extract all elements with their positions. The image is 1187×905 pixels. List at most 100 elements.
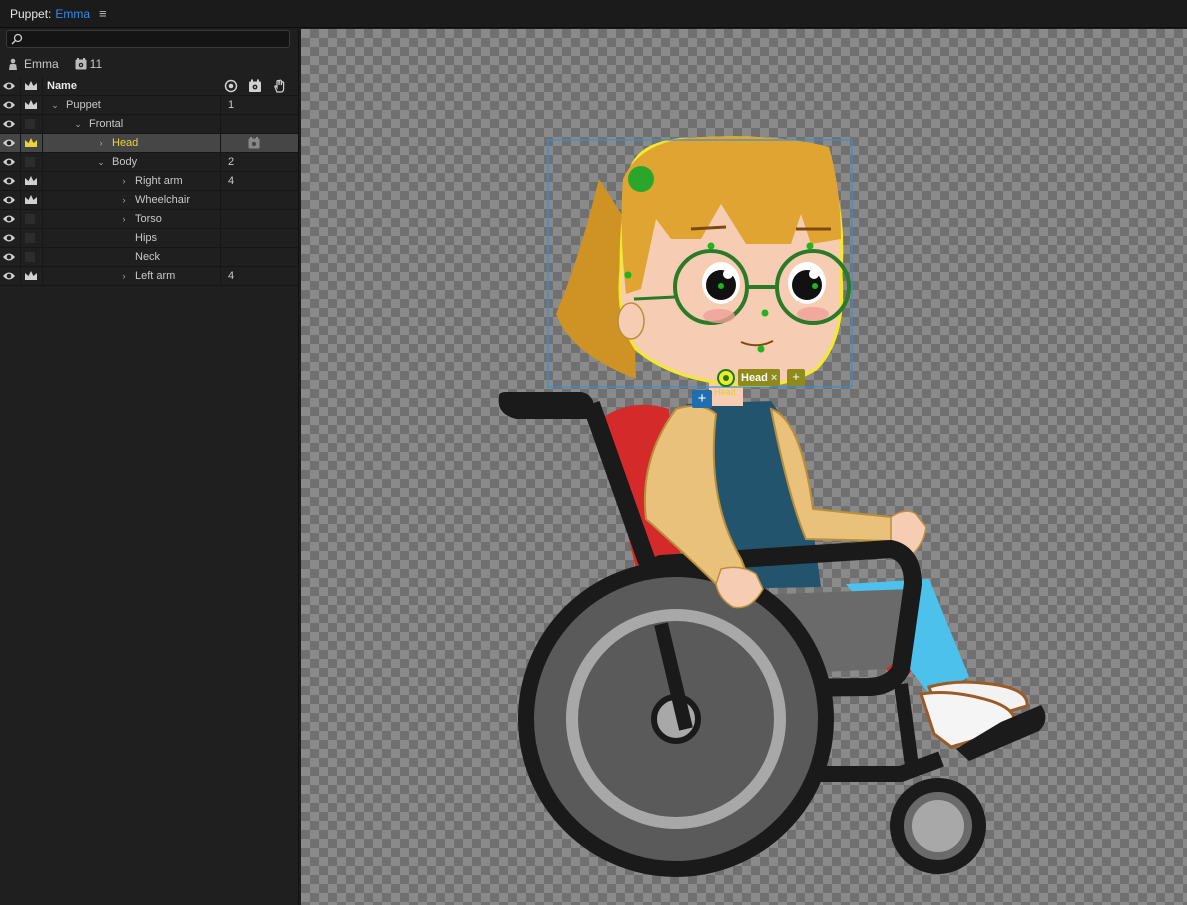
handle-dot[interactable]: [761, 309, 769, 317]
crown-icon[interactable]: [24, 175, 38, 187]
collapse-chevron-icon[interactable]: ›: [119, 176, 129, 186]
visibility-eye-icon[interactable]: [2, 232, 16, 244]
visibility-eye-icon[interactable]: [2, 251, 16, 263]
visibility-eye-icon[interactable]: [2, 137, 16, 149]
handle-dot[interactable]: [624, 271, 632, 279]
layer-count: 2: [228, 156, 235, 168]
table-header: Name: [0, 77, 298, 96]
crown-toggle-empty[interactable]: [25, 214, 35, 224]
layer-row[interactable]: › Right arm 4: [0, 172, 298, 191]
search-icon: [11, 33, 23, 45]
layer-name: Neck: [135, 251, 161, 263]
crown-icon[interactable]: [24, 270, 38, 282]
layer-name: Wheelchair: [135, 194, 191, 206]
handle-tag[interactable]: Head ×: [738, 369, 781, 386]
expand-chevron-icon[interactable]: ⌄: [50, 100, 60, 110]
collapse-chevron-icon[interactable]: ›: [119, 271, 129, 281]
visibility-eye-icon[interactable]: [2, 270, 16, 282]
layer-name: Head: [112, 137, 139, 149]
crown-icon[interactable]: [24, 99, 38, 111]
left-eye-shine: [723, 269, 733, 279]
handle-sublabel: Head: [714, 387, 736, 397]
crown-icon[interactable]: [24, 137, 38, 149]
layer-row[interactable]: › Head: [0, 134, 298, 153]
visibility-eye-icon[interactable]: [2, 194, 16, 206]
layer-name: Left arm: [135, 270, 176, 282]
puppet-name: Emma: [24, 57, 59, 71]
collapse-chevron-icon[interactable]: ›: [119, 214, 129, 224]
handle-dot[interactable]: [806, 242, 814, 250]
hair-tie: [628, 166, 654, 192]
trigger-tag-icon: [248, 137, 260, 149]
origin-handle-center: [723, 375, 729, 381]
panel-title-label: Puppet:: [10, 6, 52, 21]
crown-icon[interactable]: [24, 194, 38, 206]
handle-tag-label: Head: [741, 371, 768, 384]
visibility-eye-icon[interactable]: [2, 156, 16, 168]
left-cheek: [703, 309, 735, 323]
layer-count: 1: [228, 99, 235, 111]
expand-chevron-icon[interactable]: ⌄: [73, 119, 83, 129]
layer-name: Right arm: [135, 175, 183, 187]
crown-toggle-empty[interactable]: [25, 233, 35, 243]
layer-row[interactable]: Neck: [0, 248, 298, 267]
panel-titlebar: Puppet: Emma ≡: [0, 0, 1187, 28]
crown-toggle-empty[interactable]: [25, 119, 35, 129]
add-handle-button[interactable]: +: [692, 390, 712, 408]
layer-row[interactable]: › Wheelchair: [0, 191, 298, 210]
visibility-eye-icon[interactable]: [2, 213, 16, 225]
layer-row[interactable]: › Torso: [0, 210, 298, 229]
layer-rows: ⌄ Puppet 1 ⌄ Frontal › Head ⌄ Body 2 › Right arm 4 › W…: [0, 96, 298, 286]
scene-canvas[interactable]: + Head Head × +: [301, 29, 1187, 905]
collapse-chevron-icon[interactable]: ›: [119, 195, 129, 205]
handle-dot[interactable]: [757, 345, 765, 353]
puppet-artwork: [498, 136, 1046, 877]
layer-row[interactable]: ⌄ Body 2: [0, 153, 298, 172]
layer-name: Torso: [135, 213, 162, 225]
expand-chevron-icon[interactable]: ⌄: [96, 157, 106, 167]
puppet-name-link[interactable]: Emma: [55, 7, 90, 21]
layer-row[interactable]: Hips: [0, 229, 298, 248]
crown-icon[interactable]: [24, 80, 38, 92]
visibility-eye-icon[interactable]: [2, 118, 16, 130]
layer-name: Hips: [135, 232, 158, 244]
trigger-count: 11: [89, 57, 103, 71]
right-eye-shine: [809, 269, 819, 279]
puppet-info-bar: Emma 11: [0, 55, 298, 73]
trigger-icon: [75, 58, 87, 70]
glasses-arm: [633, 295, 676, 301]
ear: [617, 302, 645, 340]
trigger-column-icon[interactable]: [248, 79, 262, 93]
handle-dot[interactable]: [707, 242, 715, 250]
layer-name: Frontal: [89, 118, 124, 130]
add-tag-button[interactable]: +: [787, 369, 805, 386]
collapse-chevron-icon[interactable]: ›: [96, 138, 106, 148]
wheelchair-caster-hub: [904, 792, 972, 860]
layers-table: Name ⌄ Puppet 1 ⌄ Frontal › Head ⌄ Body 2 › Right a…: [0, 77, 298, 286]
hamburger-menu-icon[interactable]: ≡: [99, 6, 107, 21]
layer-row[interactable]: ⌄ Puppet 1: [0, 96, 298, 115]
person-icon: [9, 58, 17, 70]
crown-toggle-empty[interactable]: [25, 252, 35, 262]
layer-count: 4: [228, 175, 235, 187]
handle-dot[interactable]: [812, 283, 818, 289]
visibility-eye-icon[interactable]: [2, 99, 16, 111]
crown-toggle-empty[interactable]: [25, 157, 35, 167]
left-brow: [690, 225, 727, 231]
layer-row[interactable]: › Left arm 4: [0, 267, 298, 286]
origin-target-icon[interactable]: [224, 79, 238, 93]
layer-name: Body: [112, 156, 138, 168]
search-input[interactable]: [27, 31, 286, 49]
remove-tag-button[interactable]: ×: [771, 372, 777, 384]
wheelchair-fork: [894, 683, 920, 775]
handle-dot[interactable]: [718, 283, 724, 289]
name-column-header[interactable]: Name: [47, 77, 77, 95]
puppet-panel: Emma 11 Name ⌄ Puppet 1 ⌄ Frontal › Head…: [0, 29, 299, 905]
visibility-eye-icon[interactable]: [2, 80, 16, 92]
visibility-eye-icon[interactable]: [2, 175, 16, 187]
layer-row[interactable]: ⌄ Frontal: [0, 115, 298, 134]
wheelchair-handle: [498, 392, 594, 419]
layer-name: Puppet: [66, 99, 101, 111]
dragger-hand-icon[interactable]: [272, 79, 286, 93]
search-box[interactable]: [6, 30, 290, 49]
